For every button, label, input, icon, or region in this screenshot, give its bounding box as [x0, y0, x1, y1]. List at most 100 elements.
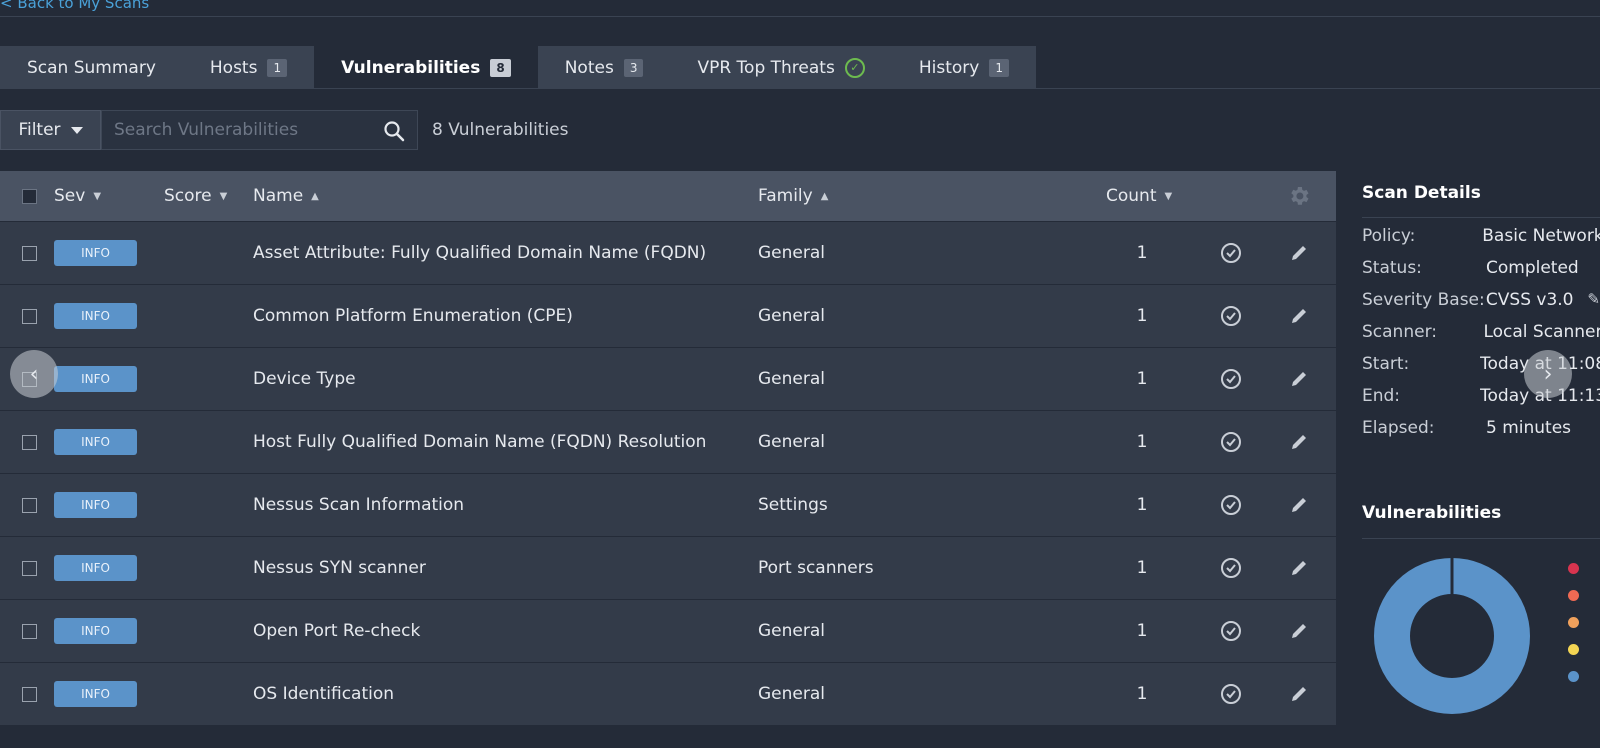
family-column-header[interactable]: Family ▲	[758, 186, 828, 206]
tab-history[interactable]: History 1	[891, 46, 1036, 89]
table-row[interactable]: INFO Nessus SYN scanner Port scanners 1	[0, 536, 1336, 599]
search-input[interactable]	[114, 120, 384, 140]
severity-badge: INFO	[54, 429, 137, 455]
tab-vulnerabilities[interactable]: Vulnerabilities 8	[314, 46, 538, 89]
back-to-scans-link[interactable]: < Back to My Scans	[0, 0, 149, 12]
vulnerabilities-panel-title: Vulnerabilities	[1362, 503, 1502, 523]
filter-bar: Filter 8 Vulnerabilities	[0, 110, 569, 150]
vuln-count: 1	[1136, 558, 1148, 578]
row-checkbox[interactable]	[22, 623, 37, 639]
vuln-family: General	[758, 243, 825, 263]
tab-vpr-top-threats[interactable]: VPR Top Threats ✓	[670, 46, 892, 89]
tab-label: VPR Top Threats	[697, 57, 835, 78]
tab-scan-summary[interactable]: Scan Summary	[0, 46, 183, 89]
severity-badge: INFO	[54, 555, 137, 581]
detail-row-policy: Policy: Basic Network	[1362, 226, 1600, 250]
detail-label: Start:	[1362, 354, 1410, 374]
select-all-checkbox[interactable]	[22, 188, 37, 204]
detail-value: Basic Network	[1482, 226, 1600, 246]
pencil-icon[interactable]	[1289, 495, 1309, 515]
pencil-icon[interactable]	[1289, 621, 1309, 641]
vuln-name[interactable]: Nessus Scan Information	[253, 495, 464, 515]
severity-donut-chart[interactable]	[1372, 556, 1532, 716]
caret-down-icon	[70, 126, 83, 134]
legend-dot-high	[1568, 590, 1579, 601]
detail-value: Local Scanner	[1483, 322, 1600, 342]
table-row[interactable]: INFO Open Port Re-check General 1	[0, 599, 1336, 662]
check-circle-icon[interactable]	[1220, 242, 1242, 264]
vuln-name[interactable]: Device Type	[253, 369, 356, 389]
check-circle-icon: ✓	[844, 57, 865, 78]
row-checkbox[interactable]	[22, 434, 37, 450]
row-checkbox[interactable]	[22, 686, 37, 702]
severity-badge: INFO	[54, 303, 137, 329]
pencil-icon[interactable]: ✎	[1587, 290, 1600, 314]
sort-down-icon: ▼	[93, 190, 102, 202]
check-circle-icon[interactable]	[1220, 557, 1242, 579]
vuln-family: General	[758, 306, 825, 326]
pencil-icon[interactable]	[1289, 243, 1309, 263]
table-row[interactable]: INFO Common Platform Enumeration (CPE) G…	[0, 284, 1336, 347]
detail-row-severity-base: Severity Base: CVSS v3.0 ✎	[1362, 290, 1600, 314]
detail-row-status: Status: Completed	[1362, 258, 1600, 282]
severity-badge: INFO	[54, 366, 137, 392]
tab-hosts[interactable]: Hosts 1	[182, 46, 315, 89]
pencil-icon[interactable]	[1289, 369, 1309, 389]
detail-label: Policy:	[1362, 226, 1416, 246]
detail-row-elapsed: Elapsed: 5 minutes	[1362, 418, 1600, 442]
detail-row-scanner: Scanner: Local Scanner	[1362, 322, 1600, 346]
vuln-name[interactable]: Host Fully Qualified Domain Name (FQDN) …	[253, 432, 706, 452]
row-checkbox[interactable]	[22, 497, 37, 513]
detail-value: 5 minutes	[1486, 418, 1572, 438]
detail-label: Scanner:	[1362, 322, 1437, 342]
sort-up-icon: ▲	[820, 190, 829, 202]
pencil-icon[interactable]	[1289, 306, 1309, 326]
count-header-label: Count	[1106, 186, 1157, 206]
check-circle-icon[interactable]	[1220, 305, 1242, 327]
row-checkbox[interactable]	[22, 560, 37, 576]
vuln-name[interactable]: Common Platform Enumeration (CPE)	[253, 306, 573, 326]
count-column-header[interactable]: Count ▼	[1106, 186, 1172, 206]
table-header: Sev ▼ Score ▼ Name ▲ Family ▲ Count ▼	[0, 171, 1336, 221]
check-circle-icon[interactable]	[1220, 620, 1242, 642]
row-checkbox[interactable]	[22, 308, 37, 324]
detail-label: Status:	[1362, 258, 1422, 278]
severity-badge: INFO	[54, 618, 137, 644]
count-badge: 3	[623, 58, 644, 77]
legend-dot-info	[1568, 671, 1579, 682]
score-column-header[interactable]: Score ▼	[164, 186, 227, 206]
tab-label: Scan Summary	[27, 57, 156, 78]
row-checkbox[interactable]	[22, 245, 37, 261]
sev-column-header[interactable]: Sev ▼	[54, 186, 101, 206]
check-circle-icon[interactable]	[1220, 368, 1242, 390]
vuln-name[interactable]: Nessus SYN scanner	[253, 558, 426, 578]
vuln-family: Port scanners	[758, 558, 874, 578]
gear-icon[interactable]	[1287, 184, 1311, 208]
tab-notes[interactable]: Notes 3	[537, 46, 671, 89]
detail-value: Completed	[1486, 258, 1579, 278]
vulnerabilities-table: Sev ▼ Score ▼ Name ▲ Family ▲ Count ▼ INFO As…	[0, 171, 1336, 725]
table-row[interactable]: INFO OS Identification General 1	[0, 662, 1336, 725]
vuln-family: General	[758, 432, 825, 452]
search-icon[interactable]	[383, 120, 405, 142]
vuln-name[interactable]: Asset Attribute: Fully Qualified Domain …	[253, 243, 706, 263]
pencil-icon[interactable]	[1289, 684, 1309, 704]
sort-down-icon: ▼	[219, 190, 228, 202]
tab-bar: Scan Summary Hosts 1 Vulnerabilities 8 Not…	[0, 46, 1036, 89]
vuln-name[interactable]: OS Identification	[253, 684, 394, 704]
check-circle-icon[interactable]	[1220, 494, 1242, 516]
name-column-header[interactable]: Name ▲	[253, 186, 319, 206]
table-row[interactable]: INFO Asset Attribute: Fully Qualified Do…	[0, 221, 1336, 284]
check-circle-icon[interactable]	[1220, 431, 1242, 453]
pencil-icon[interactable]	[1289, 558, 1309, 578]
prev-arrow-button[interactable]: ‹	[10, 350, 58, 398]
pencil-icon[interactable]	[1289, 432, 1309, 452]
sort-up-icon: ▲	[311, 190, 319, 202]
table-row[interactable]: INFO Nessus Scan Information Settings 1	[0, 473, 1336, 536]
table-row[interactable]: INFO Device Type General 1	[0, 347, 1336, 410]
table-row[interactable]: INFO Host Fully Qualified Domain Name (F…	[0, 410, 1336, 473]
filter-button[interactable]: Filter	[0, 110, 101, 150]
check-circle-icon[interactable]	[1220, 683, 1242, 705]
vuln-name[interactable]: Open Port Re-check	[253, 621, 420, 641]
next-arrow-button[interactable]: ›	[1524, 350, 1572, 398]
